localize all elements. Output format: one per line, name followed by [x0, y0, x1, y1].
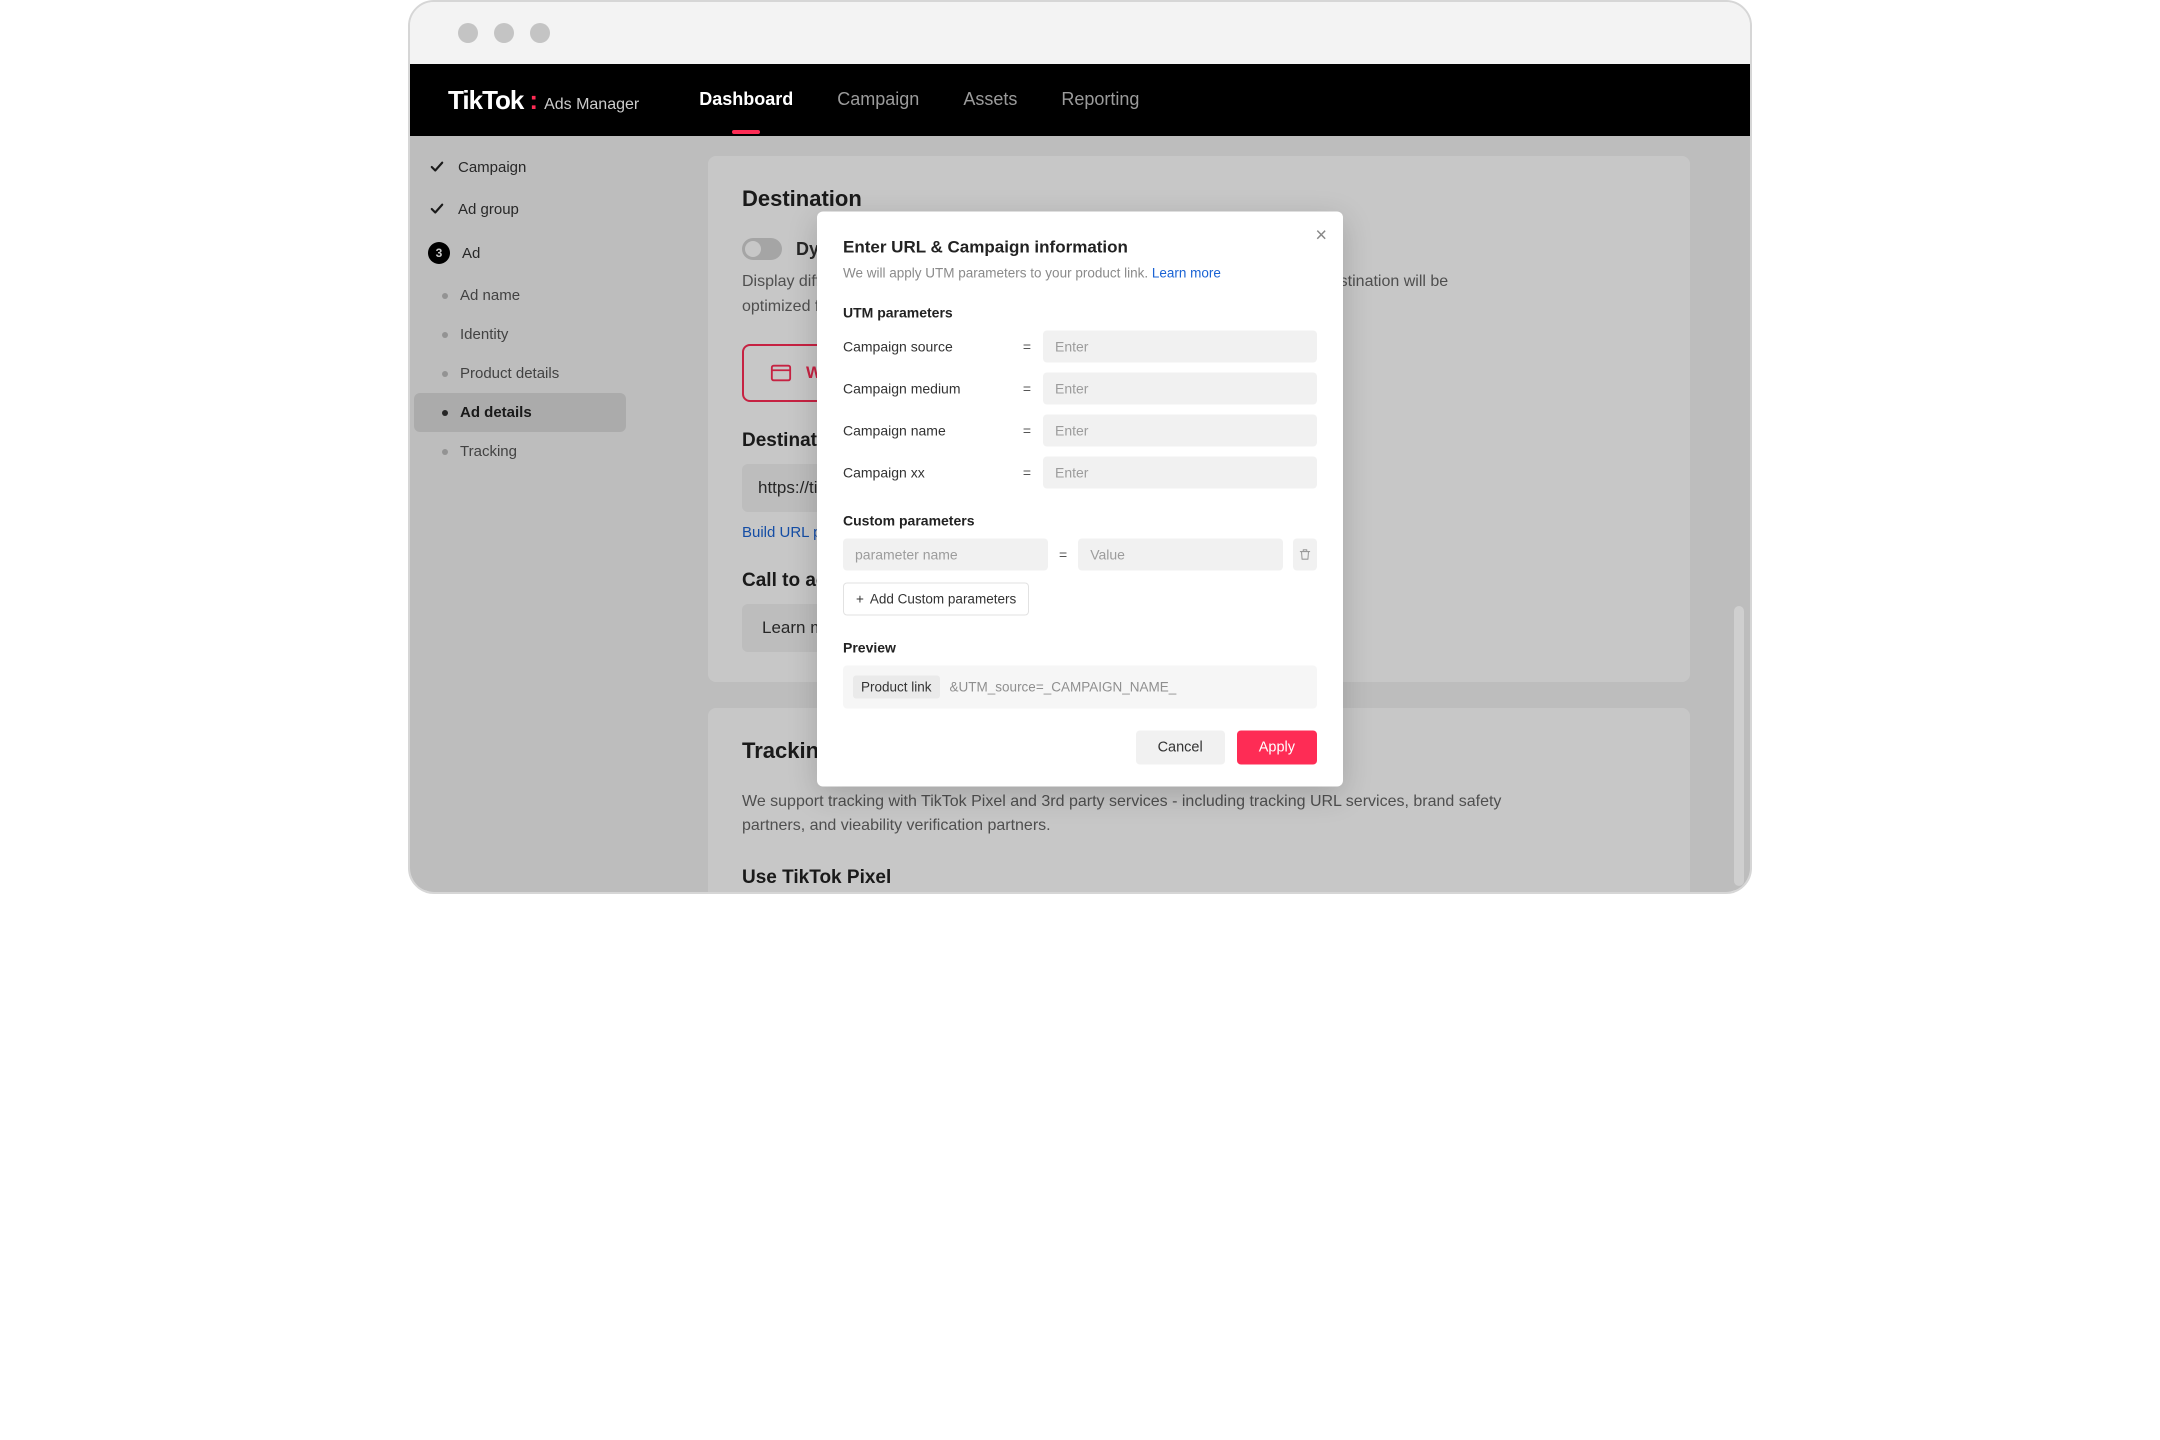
traffic-min-icon[interactable] [494, 23, 514, 43]
add-custom-param-button[interactable]: + Add Custom parameters [843, 582, 1029, 615]
delete-param-button[interactable] [1293, 538, 1317, 570]
modal-subtitle: We will apply UTM parameters to your pro… [843, 265, 1317, 280]
nav-assets[interactable]: Assets [963, 89, 1017, 112]
brand-main: TikTok [448, 85, 523, 116]
custom-param-row: = [843, 538, 1317, 570]
utm-source-row: Campaign source = [843, 330, 1317, 362]
learn-more-link[interactable]: Learn more [1152, 265, 1221, 280]
close-icon[interactable]: × [1315, 225, 1327, 245]
utm-name-label: Campaign name [843, 422, 1011, 438]
nav-dashboard[interactable]: Dashboard [699, 89, 793, 112]
app-window: TikTok: Ads Manager Dashboard Campaign A… [408, 0, 1752, 894]
brand-sub: Ads Manager [544, 96, 639, 114]
apply-button[interactable]: Apply [1237, 730, 1317, 764]
preview-box: Product link &UTM_source=_CAMPAIGN_NAME_ [843, 665, 1317, 708]
utm-source-input[interactable] [1043, 330, 1317, 362]
preview-chip: Product link [853, 675, 940, 698]
custom-param-value-input[interactable] [1078, 538, 1283, 570]
add-custom-label: Add Custom parameters [870, 591, 1016, 606]
utm-name-row: Campaign name = [843, 414, 1317, 446]
equals-icon: = [1021, 422, 1033, 438]
traffic-max-icon[interactable] [530, 23, 550, 43]
utm-medium-row: Campaign medium = [843, 372, 1317, 404]
brand-colon-icon: : [529, 85, 538, 116]
nav-reporting[interactable]: Reporting [1061, 89, 1139, 112]
trash-icon [1298, 547, 1312, 561]
utm-medium-label: Campaign medium [843, 380, 1011, 396]
window-titlebar [410, 2, 1750, 64]
preview-text: &UTM_source=_CAMPAIGN_NAME_ [950, 679, 1177, 694]
custom-group-title: Custom parameters [843, 512, 1317, 528]
body-area: Campaign Ad group 3 Ad Ad name Identity … [410, 136, 1750, 892]
preview-title: Preview [843, 639, 1317, 655]
equals-icon: = [1021, 338, 1033, 354]
utm-name-input[interactable] [1043, 414, 1317, 446]
modal-title: Enter URL & Campaign information [843, 237, 1317, 257]
plus-icon: + [856, 591, 864, 606]
utm-xx-label: Campaign xx [843, 464, 1011, 480]
nav-campaign[interactable]: Campaign [837, 89, 919, 112]
nav-links: Dashboard Campaign Assets Reporting [699, 89, 1139, 112]
brand-logo: TikTok: Ads Manager [448, 85, 639, 116]
utm-group-title: UTM parameters [843, 304, 1317, 320]
modal-subtitle-text: We will apply UTM parameters to your pro… [843, 265, 1148, 280]
equals-icon: = [1021, 464, 1033, 480]
utm-xx-input[interactable] [1043, 456, 1317, 488]
top-nav: TikTok: Ads Manager Dashboard Campaign A… [410, 64, 1750, 136]
utm-source-label: Campaign source [843, 338, 1011, 354]
traffic-close-icon[interactable] [458, 23, 478, 43]
utm-xx-row: Campaign xx = [843, 456, 1317, 488]
cancel-button[interactable]: Cancel [1136, 730, 1225, 764]
equals-icon: = [1021, 380, 1033, 396]
custom-param-name-input[interactable] [843, 538, 1048, 570]
scrollbar[interactable] [1734, 606, 1744, 886]
utm-medium-input[interactable] [1043, 372, 1317, 404]
equals-icon: = [1058, 546, 1068, 562]
url-params-modal: × Enter URL & Campaign information We wi… [817, 211, 1343, 786]
